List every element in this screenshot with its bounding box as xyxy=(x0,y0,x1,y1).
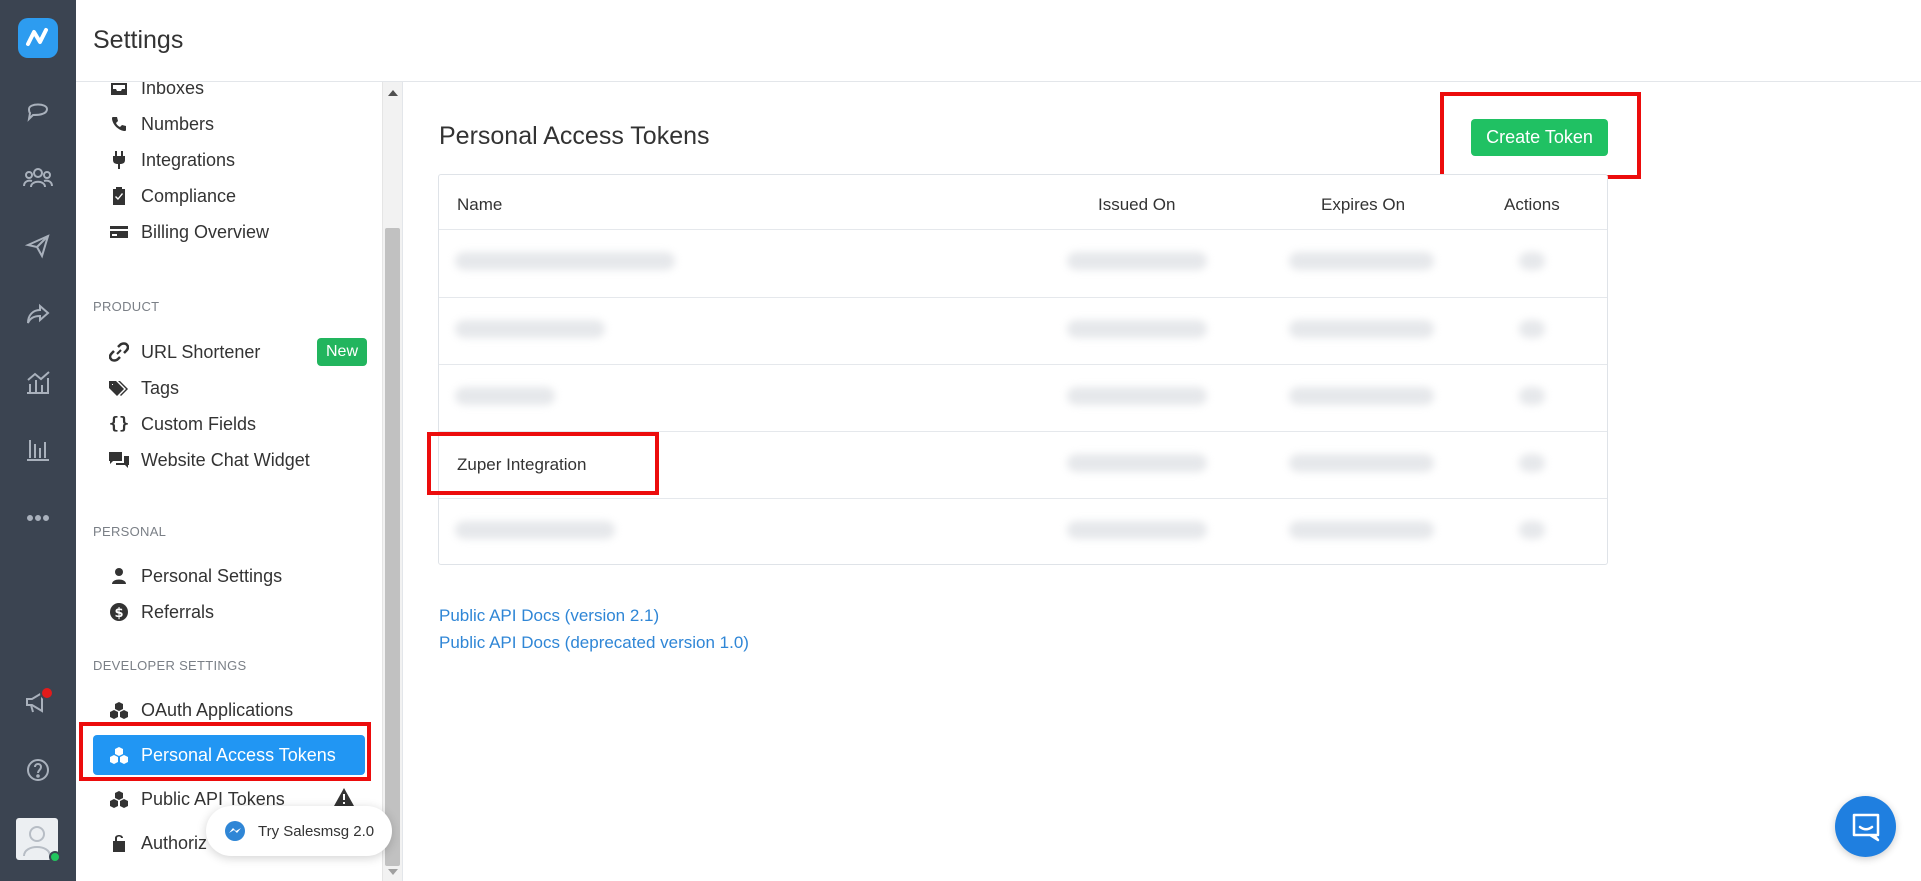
sidebar-scrollbar[interactable] xyxy=(382,82,402,881)
app-logo-icon[interactable] xyxy=(18,18,58,58)
inbox-icon xyxy=(107,82,131,100)
top-header: Settings xyxy=(76,0,1921,82)
section-label-personal: PERSONAL xyxy=(93,524,167,539)
create-token-button[interactable]: Create Token xyxy=(1471,119,1608,156)
redacted-name xyxy=(455,252,675,270)
column-header-name: Name xyxy=(457,195,503,214)
chat-widget-icon xyxy=(107,448,131,472)
redacted-expires-date xyxy=(1289,252,1434,270)
api-docs-links: Public API Docs (version 2.1) Public API… xyxy=(439,602,749,656)
sidebar-item-numbers[interactable]: Numbers xyxy=(93,104,365,144)
column-header-actions: Actions xyxy=(1504,195,1560,214)
page-title: Settings xyxy=(93,26,184,54)
table-row[interactable] xyxy=(439,297,1607,364)
redacted-issued-date xyxy=(1067,521,1207,539)
credit-card-icon xyxy=(107,220,131,244)
redacted-issued-date xyxy=(1067,387,1207,405)
row-actions-icon[interactable] xyxy=(1519,387,1545,405)
tags-icon xyxy=(107,376,131,400)
redacted-name xyxy=(455,387,555,405)
sidebar-item-billing-overview[interactable]: Billing Overview xyxy=(93,212,365,252)
sidebar-item-custom-fields[interactable]: {} Custom Fields xyxy=(93,404,365,444)
section-label-product: PRODUCT xyxy=(93,299,160,314)
redacted-expires-date xyxy=(1289,521,1434,539)
chat-support-button[interactable] xyxy=(1835,796,1896,857)
share-forward-icon[interactable] xyxy=(22,298,54,330)
clipboard-check-icon xyxy=(107,184,131,208)
token-name: Zuper Integration xyxy=(457,455,587,474)
section-label-developer-settings: DEVELOPER SETTINGS xyxy=(93,658,247,673)
table-row[interactable] xyxy=(439,230,1607,297)
scroll-up-arrow-icon[interactable] xyxy=(388,90,398,96)
link-public-api-docs-v2[interactable]: Public API Docs (version 2.1) xyxy=(439,602,749,629)
cubes-icon xyxy=(107,743,131,767)
sidebar-item-compliance[interactable]: Compliance xyxy=(93,176,365,216)
section-title: Personal Access Tokens xyxy=(439,122,710,150)
scroll-down-arrow-icon[interactable] xyxy=(388,869,398,875)
panel-divider xyxy=(402,82,403,881)
reports-icon[interactable] xyxy=(22,434,54,466)
row-actions-icon[interactable] xyxy=(1519,454,1545,472)
cubes-icon xyxy=(107,698,131,722)
chat-support-icon xyxy=(1852,813,1879,841)
sidebar-item-website-chat-widget[interactable]: Website Chat Widget xyxy=(93,440,365,480)
row-actions-icon[interactable] xyxy=(1519,252,1545,270)
sidebar-item-referrals[interactable]: $ Referrals xyxy=(93,592,365,632)
more-icon[interactable] xyxy=(22,502,54,534)
row-actions-icon[interactable] xyxy=(1519,521,1545,539)
scrollbar-thumb[interactable] xyxy=(385,228,400,866)
phone-icon xyxy=(107,112,131,136)
new-badge: New xyxy=(317,338,368,366)
send-icon[interactable] xyxy=(22,230,54,262)
contacts-icon[interactable] xyxy=(22,162,54,194)
braces-icon: {} xyxy=(108,414,130,434)
column-header-issued-on: Issued On xyxy=(1098,195,1176,214)
redacted-name xyxy=(455,521,615,539)
sidebar-item-integrations[interactable]: Integrations xyxy=(93,140,365,180)
left-rail xyxy=(0,0,76,881)
redacted-issued-date xyxy=(1067,320,1207,338)
unlock-icon xyxy=(107,831,131,855)
redacted-name xyxy=(455,320,605,338)
messenger-icon xyxy=(225,821,245,841)
sidebar-item-oauth-applications[interactable]: OAuth Applications xyxy=(93,690,365,730)
try-salesmsg-pill[interactable]: Try Salesmsg 2.0 xyxy=(206,806,392,856)
plug-icon xyxy=(107,148,131,172)
online-status-dot xyxy=(49,851,61,863)
redacted-issued-date xyxy=(1067,454,1207,472)
table-row[interactable] xyxy=(439,498,1607,565)
notification-dot xyxy=(40,686,54,700)
column-header-expires-on: Expires On xyxy=(1321,195,1406,214)
sidebar-item-tags[interactable]: Tags xyxy=(93,368,365,408)
announcements-icon[interactable] xyxy=(22,686,54,718)
chat-bubble-icon[interactable] xyxy=(22,94,54,126)
dollar-icon: $ xyxy=(107,600,131,624)
svg-text:$: $ xyxy=(114,606,123,621)
settings-sidebar: Inboxes Numbers Integrations Compliance … xyxy=(76,82,382,881)
avatar[interactable] xyxy=(16,818,61,863)
link-public-api-docs-v1[interactable]: Public API Docs (deprecated version 1.0) xyxy=(439,629,749,656)
row-actions-icon[interactable] xyxy=(1519,320,1545,338)
redacted-expires-date xyxy=(1289,387,1434,405)
cubes-icon xyxy=(107,787,131,811)
table-row[interactable] xyxy=(439,364,1607,431)
sidebar-item-url-shortener[interactable]: URL Shortener New xyxy=(93,332,368,372)
analytics-icon[interactable] xyxy=(22,366,54,398)
redacted-expires-date xyxy=(1289,454,1434,472)
redacted-issued-date xyxy=(1067,252,1207,270)
sidebar-item-personal-settings[interactable]: Personal Settings xyxy=(93,556,365,596)
link-icon xyxy=(107,340,131,364)
help-icon[interactable] xyxy=(22,754,54,786)
tokens-table: Name Issued On Expires On Actions Zuper … xyxy=(438,174,1608,565)
table-row[interactable]: Zuper Integration xyxy=(439,431,1607,498)
redacted-expires-date xyxy=(1289,320,1434,338)
user-icon xyxy=(107,564,131,588)
sidebar-item-personal-access-tokens[interactable]: Personal Access Tokens xyxy=(93,735,365,775)
